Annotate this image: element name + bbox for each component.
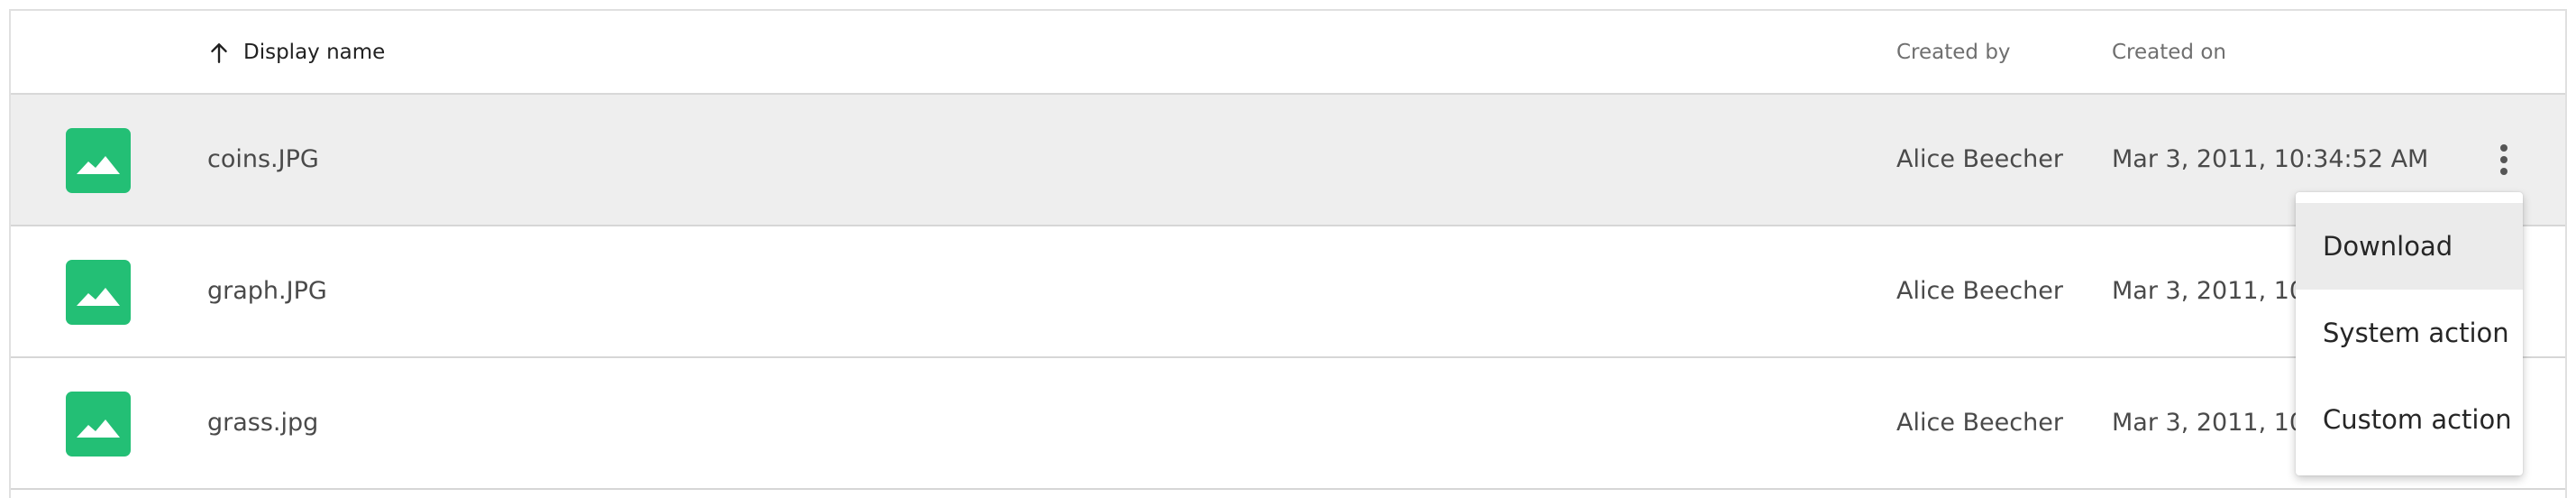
display-name-header-label: Display name (243, 41, 386, 64)
created-by-header[interactable]: Created by (1896, 11, 2011, 95)
image-file-icon (66, 392, 131, 456)
menu-item-custom-action[interactable]: Custom action (2296, 376, 2523, 463)
created-on: Mar 3, 2011, 10: (2112, 277, 2314, 305)
sort-display-name-header[interactable]: Display name (207, 11, 385, 95)
arrow-up-icon (211, 42, 227, 63)
file-name: graph.JPG (207, 277, 327, 305)
image-file-icon (66, 128, 131, 193)
created-by: Alice Beecher (1896, 277, 2063, 305)
created-by: Alice Beecher (1896, 409, 2063, 437)
created-by: Alice Beecher (1896, 145, 2063, 173)
image-file-icon (66, 260, 131, 325)
file-name: grass.jpg (207, 409, 319, 437)
file-table: Display name Created by Created on coins… (9, 9, 2567, 498)
file-name: coins.JPG (207, 145, 319, 173)
more-actions-button[interactable] (2482, 138, 2526, 181)
created-on-header[interactable]: Created on (2112, 11, 2226, 95)
table-row[interactable]: grass.jpg Alice Beecher Mar 3, 2011, 10: (11, 358, 2565, 490)
menu-item-download[interactable]: Download (2296, 203, 2523, 290)
menu-item-system-action[interactable]: System action (2296, 290, 2523, 376)
table-header: Display name Created by Created on (11, 9, 2565, 95)
context-menu: Download System action Custom action (2296, 192, 2523, 475)
more-vert-icon (2500, 144, 2507, 175)
table-row[interactable]: graph.JPG Alice Beecher Mar 3, 2011, 10: (11, 226, 2565, 358)
created-on: Mar 3, 2011, 10: (2112, 409, 2314, 437)
table-row[interactable]: coins.JPG Alice Beecher Mar 3, 2011, 10:… (11, 95, 2565, 226)
